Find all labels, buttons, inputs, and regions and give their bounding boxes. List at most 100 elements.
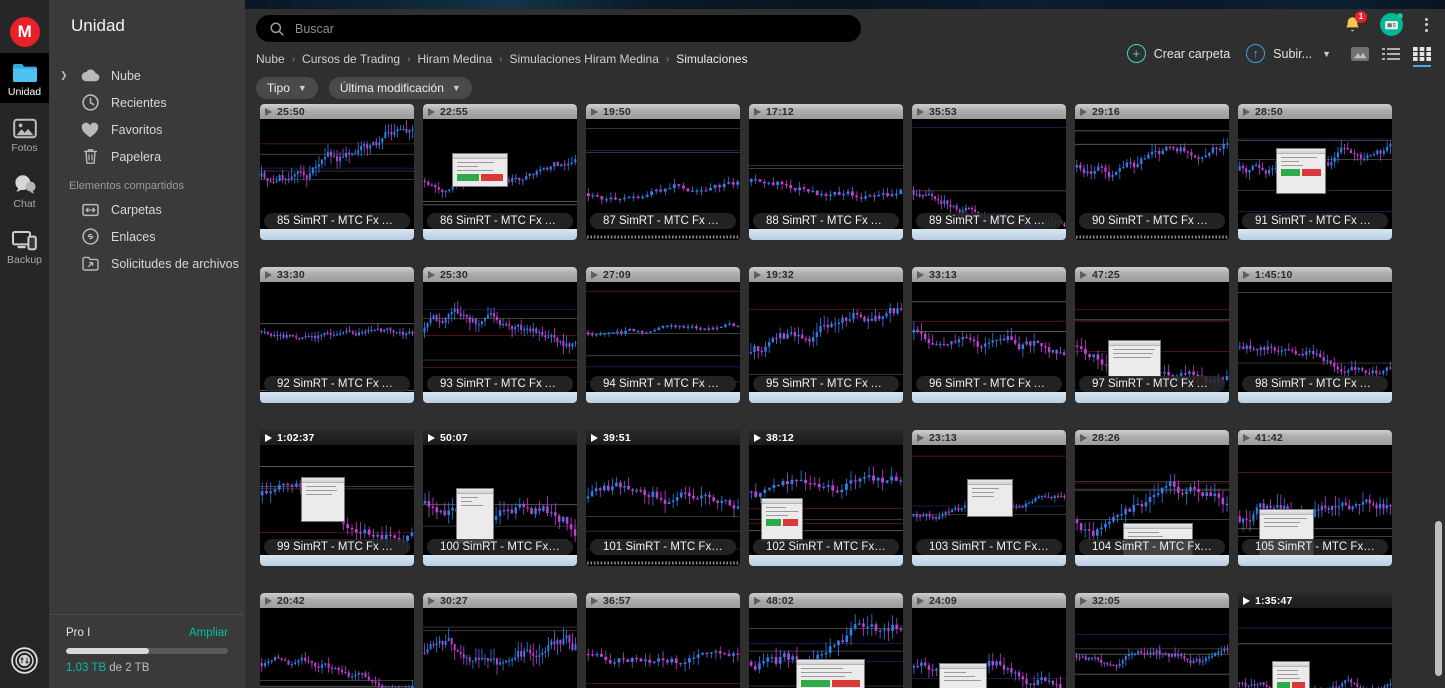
storage-usage-text: 1,03 TB de 2 TB — [66, 662, 228, 674]
file-card[interactable]: 28:26 104 SimRT - MTC Fx ... — [1071, 425, 1233, 587]
rail-item-fotos[interactable]: Fotos — [0, 109, 49, 159]
breadcrumb-item-3[interactable]: Simulaciones Hiram Medina — [509, 52, 658, 66]
thumbnail-titlebar: 30:27 — [423, 593, 577, 608]
file-thumbnail: 19:50 87 SimRT - MTC Fx A... — [586, 104, 740, 240]
file-card[interactable]: 48:02 — [745, 588, 907, 688]
file-card[interactable]: 1:02:37 99 SimRT - MTC Fx A... — [256, 425, 418, 587]
file-name: 95 SimRT - MTC Fx A... — [753, 376, 899, 392]
file-card[interactable]: 25:50 85 SimRT - MTC Fx A... — [256, 99, 418, 261]
breadcrumb-item-1[interactable]: Cursos de Trading — [302, 52, 400, 66]
file-card[interactable]: 36:57 — [582, 588, 744, 688]
file-card[interactable]: 29:16 90 SimRT - MTC Fx A... — [1071, 99, 1233, 261]
play-icon — [754, 270, 761, 279]
file-card[interactable]: 25:30 93 SimRT - MTC Fx A... — [419, 262, 581, 424]
sidebar-item-carpetas[interactable]: Carpetas — [49, 196, 245, 223]
media-view-button[interactable] — [1351, 46, 1369, 61]
sidebar-item-label: Recientes — [111, 95, 167, 110]
video-duration: 38:12 — [766, 431, 794, 444]
play-icon — [1080, 270, 1087, 279]
file-card[interactable]: 35:53 89 SimRT - MTC Fx A... — [908, 99, 1070, 261]
file-thumbnail: 28:26 104 SimRT - MTC Fx ... — [1075, 430, 1229, 566]
upgrade-link[interactable]: Ampliar — [189, 627, 228, 639]
file-thumbnail: 28:50 91 SimRT - MTC Fx A... — [1238, 104, 1392, 240]
file-card[interactable]: 39:51 101 SimRT - MTC Fx ... — [582, 425, 744, 587]
kebab-menu-icon[interactable] — [1422, 15, 1431, 35]
candlestick-chart — [586, 608, 740, 688]
breadcrumb-item-4[interactable]: Simulaciones — [676, 52, 747, 66]
video-duration: 23:13 — [929, 431, 957, 444]
file-card[interactable]: 28:50 91 SimRT - MTC Fx A... — [1234, 99, 1396, 261]
thumbnail-taskbar — [1238, 229, 1392, 240]
rail-item-unidad[interactable]: Unidad — [0, 53, 49, 103]
breadcrumb-item-2[interactable]: Hiram Medina — [417, 52, 492, 66]
transfers-widget[interactable] — [0, 647, 49, 674]
file-card[interactable]: 30:27 — [419, 588, 581, 688]
video-duration: 1:45:10 — [1255, 268, 1293, 281]
chevron-down-icon[interactable]: ▼ — [1322, 49, 1331, 59]
video-duration: 19:32 — [766, 268, 794, 281]
rail-item-backup[interactable]: Backup — [0, 221, 49, 271]
list-view-button[interactable] — [1382, 47, 1400, 61]
chevron-right-icon[interactable]: ❯ — [60, 70, 68, 81]
grid-view-button[interactable] — [1413, 46, 1431, 67]
sidebar-item-label: Papelera — [111, 149, 162, 164]
search-input[interactable] — [295, 21, 847, 36]
thumbnail-dialog-overlay — [1108, 340, 1161, 377]
mega-logo[interactable]: M — [9, 17, 40, 47]
scrollbar-thumb[interactable] — [1435, 521, 1442, 677]
file-card[interactable]: 38:12 102 SimRT - MTC Fx ... — [745, 425, 907, 587]
breadcrumb-item-0[interactable]: Nube — [256, 52, 285, 66]
thumbnail-taskbar — [1238, 555, 1392, 566]
file-thumbnail: 25:50 85 SimRT - MTC Fx A... — [260, 104, 414, 240]
heart-icon — [79, 121, 101, 139]
filter-ultima-modificacion[interactable]: Última modificación ▼ — [328, 77, 472, 99]
filter-tipo[interactable]: Tipo ▼ — [256, 77, 318, 99]
upload-button[interactable]: ↑ Subir... ▼ — [1246, 44, 1331, 63]
storage-progress-fill — [66, 648, 150, 654]
play-icon — [754, 596, 761, 605]
file-card[interactable]: 41:42 105 SimRT - MTC Fx ... — [1234, 425, 1396, 587]
file-grid-scroll-area[interactable]: 25:50 85 SimRT - MTC Fx A... 22:55 86 SimRT… — [245, 99, 1445, 688]
file-card[interactable]: 24:09 — [908, 588, 1070, 688]
file-thumbnail: 17:12 88 SimRT - MTC Fx A... — [749, 104, 903, 240]
play-icon — [917, 270, 924, 279]
file-card[interactable]: 50:07 100 SimRT - MTC Fx ... — [419, 425, 581, 587]
thumbnail-dialog-overlay — [301, 477, 345, 522]
file-thumbnail: 27:09 94 SimRT - MTC Fx A... — [586, 267, 740, 403]
file-card[interactable]: 27:09 94 SimRT - MTC Fx A... — [582, 262, 744, 424]
file-card[interactable]: 23:13 103 SimRT - MTC Fx ... — [908, 425, 1070, 587]
sidebar: Unidad ❯ Nube Recientes Favoritos Papele… — [49, 0, 245, 688]
chevron-down-icon: ▼ — [451, 83, 461, 93]
mega-drive-window: M Unidad Fotos Chat Backup Unidad ❯ Nube… — [0, 0, 1445, 688]
rail-item-chat[interactable]: Chat — [0, 165, 49, 215]
file-card[interactable]: 47:25 97 SimRT - MTC Fx A... — [1071, 262, 1233, 424]
file-card[interactable]: 33:13 96 SimRT - MTC Fx A... — [908, 262, 1070, 424]
file-card[interactable]: 20:42 — [256, 588, 418, 688]
thumbnail-dialog-overlay — [967, 479, 1013, 517]
file-thumbnail: 35:53 89 SimRT - MTC Fx A... — [912, 104, 1066, 240]
search-bar[interactable] — [256, 15, 861, 42]
file-card[interactable]: 1:45:10 98 SimRT - MTC Fx A... — [1234, 262, 1396, 424]
sidebar-item-enlaces[interactable]: Enlaces — [49, 223, 245, 250]
file-card[interactable]: 1:35:47 — [1234, 588, 1396, 688]
file-card[interactable]: 33:30 92 SimRT - MTC Fx A... — [256, 262, 418, 424]
play-icon — [754, 433, 761, 442]
file-card[interactable]: 19:50 87 SimRT - MTC Fx A... — [582, 99, 744, 261]
avatar[interactable] — [1380, 13, 1403, 36]
file-card[interactable]: 19:32 95 SimRT - MTC Fx A... — [745, 262, 907, 424]
file-card[interactable]: 32:05 — [1071, 588, 1233, 688]
create-folder-button[interactable]: + Crear carpeta — [1126, 44, 1230, 63]
notifications-button[interactable]: 1 — [1344, 10, 1367, 34]
sidebar-item-papelera[interactable]: Papelera — [49, 143, 245, 170]
sidebar-item-recientes[interactable]: Recientes — [49, 89, 245, 116]
file-card[interactable]: 17:12 88 SimRT - MTC Fx A... — [745, 99, 907, 261]
sidebar-item-nube[interactable]: ❯ Nube — [49, 62, 245, 89]
candlestick-chart — [912, 608, 1066, 688]
plus-circle-icon: + — [1126, 44, 1146, 63]
sidebar-item-favoritos[interactable]: Favoritos — [49, 116, 245, 143]
video-duration: 50:07 — [440, 431, 468, 444]
sidebar-item-solicitudes[interactable]: Solicitudes de archivos — [49, 250, 245, 277]
thumbnail-titlebar: 32:05 — [1075, 593, 1229, 608]
vertical-scrollbar[interactable] — [1434, 93, 1443, 688]
file-card[interactable]: 22:55 86 SimRT - MTC Fx A... — [419, 99, 581, 261]
